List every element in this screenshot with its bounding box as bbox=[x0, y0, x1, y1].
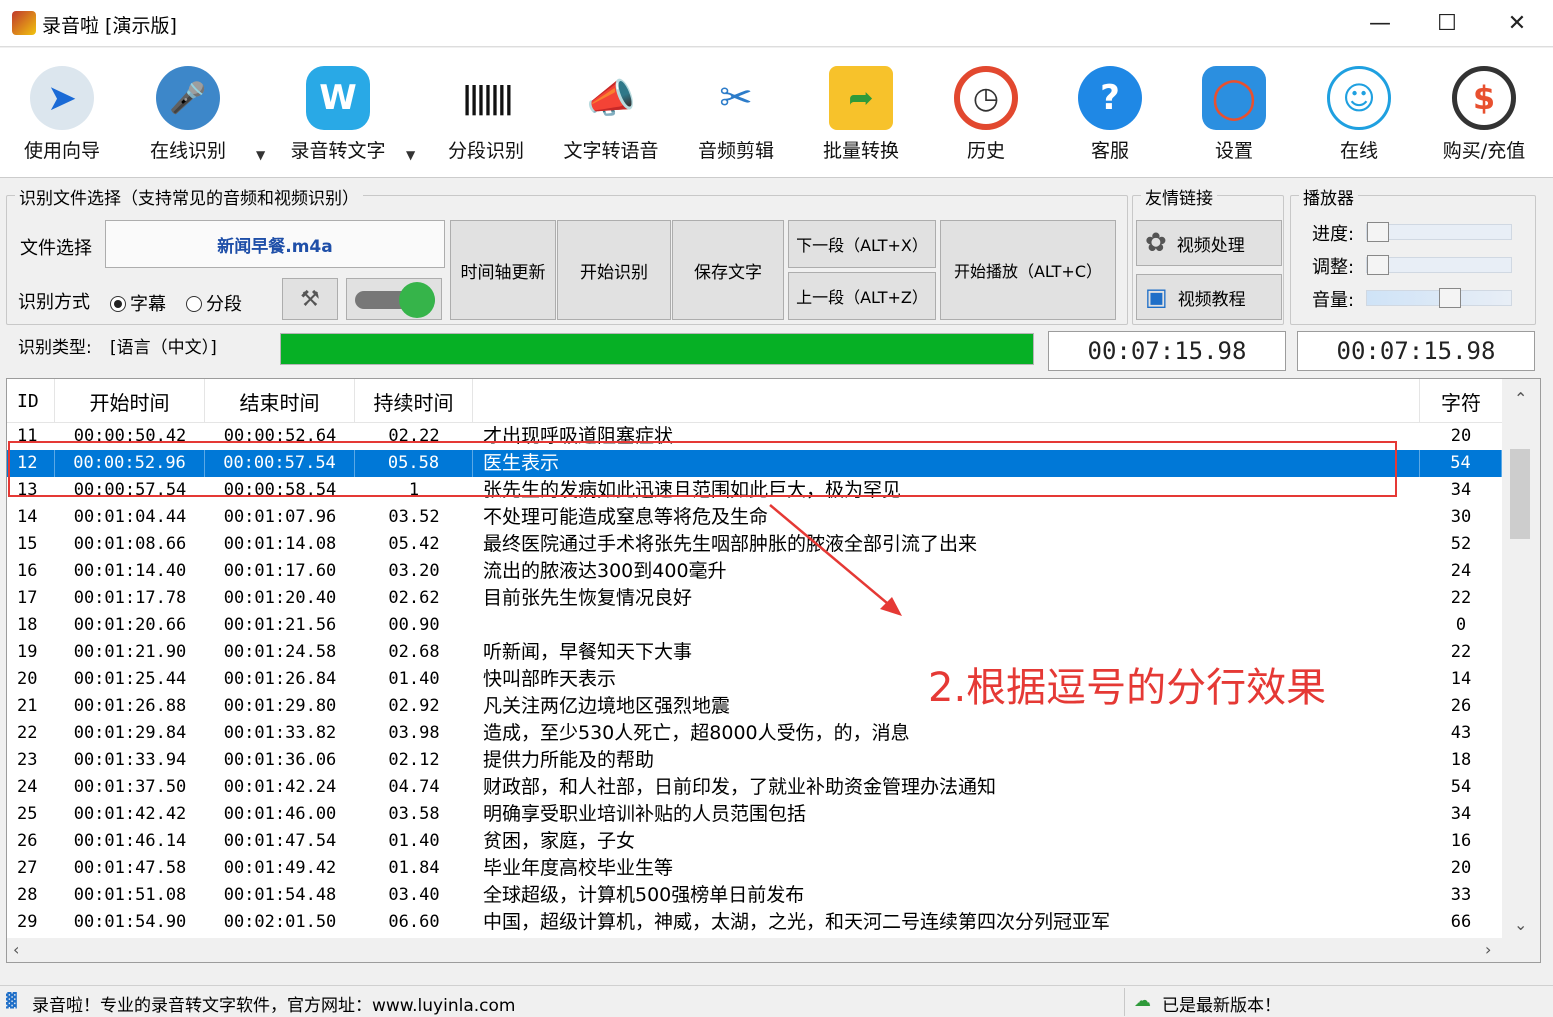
status-left-text: 录音啦！专业的录音转文字软件，官方网址：www.luyinla.com bbox=[32, 996, 516, 1016]
arrow-line bbox=[769, 504, 894, 609]
status-divider bbox=[1124, 988, 1125, 1016]
status-right-text: 已是最新版本！ bbox=[1162, 996, 1281, 1016]
annotation-text: 2.根据逗号的分行效果 bbox=[928, 665, 1327, 711]
status-bar: ▓ 录音啦！专业的录音转文字软件，官方网址：www.luyinla.com ☁ … bbox=[0, 985, 1553, 1017]
annotation-arrow bbox=[769, 504, 902, 616]
check-cloud-icon: ☁ bbox=[1134, 991, 1151, 1011]
bar-chart-icon: ▓ bbox=[6, 993, 17, 1009]
